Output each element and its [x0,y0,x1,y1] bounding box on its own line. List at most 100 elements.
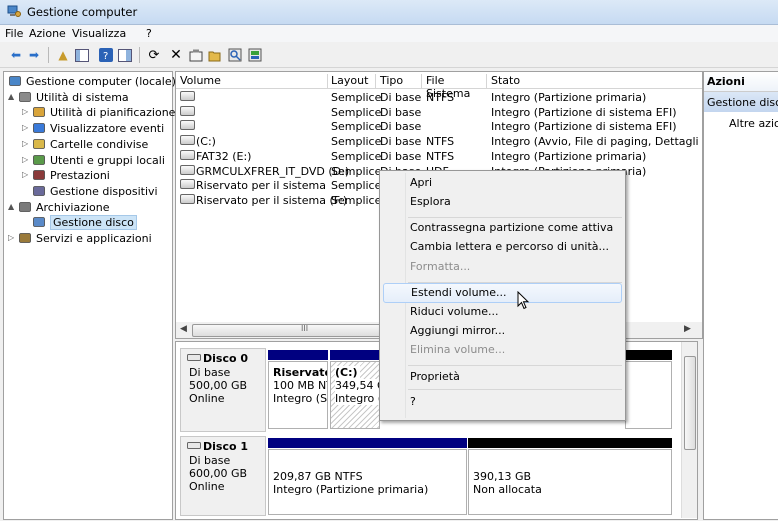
mouse-cursor-icon [517,291,530,310]
column-tipo[interactable]: Tipo [376,74,422,88]
menu-file[interactable]: File [5,27,23,40]
svg-text:?: ? [103,51,108,62]
disk-management-icon [32,215,46,229]
disk-1-label[interactable]: Disco 1 Di base 600,00 GB Online [180,436,266,516]
column-file-sistema[interactable]: File Sistema [422,74,487,100]
partition-reserved[interactable]: Riservato 100 MB NT Integro (Si: [268,361,328,429]
volume-cell-layout: Semplice [331,135,382,149]
context-menu-item[interactable]: Cambia lettera e percorso di unità... [383,237,622,257]
help-icon[interactable]: ? [98,47,114,63]
volume-row[interactable]: Semplice Di base NTFS Integro (Partizione p… [176,90,702,105]
volume-cell-tipo: Di base [380,120,422,134]
actions-more[interactable]: Altre azioni [729,117,778,130]
volume-cell-volume: Riservato per il sistema [196,179,326,193]
console-icon[interactable] [117,47,133,63]
volume-cell-layout: Semplice [331,179,382,193]
volume-row[interactable]: FAT32 (E:) Semplice Di base NTFS Integro (Pa… [176,149,702,164]
expand-icon[interactable]: ▷ [22,108,30,116]
disk-icon[interactable] [247,47,263,63]
computer-management-icon [8,74,22,88]
tree-item-label: Prestazioni [50,169,110,183]
disk-0-name: Disco 0 [203,352,249,365]
context-menu-item-label: Apri [410,176,433,189]
partition-c[interactable]: (C:) 349,54 GE Integro (A [330,361,380,429]
back-icon[interactable]: ⬅ [8,47,24,63]
open-icon[interactable] [207,47,223,63]
partition-disk1-primary[interactable]: 209,87 GB NTFS Integro (Partizione prima… [268,449,467,515]
partition-right[interactable] [625,361,672,429]
navigation-tree: Gestione computer (locale) ▲ Utilità di si… [3,71,176,520]
tree-item-label: Cartelle condivise [50,137,149,151]
delete-icon[interactable]: ✕ [168,47,184,63]
context-menu-item[interactable]: Proprietà [383,367,622,387]
context-menu-item[interactable]: Contrassegna partizione come attiva [383,218,622,238]
actions-selected[interactable]: Gestione disco [704,92,778,112]
context-menu-item: Formatta... [383,257,622,277]
scroll-right-icon[interactable]: ▶ [684,324,691,334]
tree-item-label: Archiviazione [36,200,110,214]
context-menu-item-label: Riduci volume... [410,305,499,318]
volume-cell-stato: Integro (Partizione di sistema EFI) [491,120,677,134]
tools-icon [18,90,32,104]
expand-icon[interactable]: ▷ [22,124,30,132]
tree-item-label: Gestione computer (locale) [26,75,176,88]
tree-item-label: Utilità di pianificazione [50,106,176,120]
context-menu-item-label: Elimina volume... [410,343,506,356]
scroll-left-icon[interactable]: ◀ [180,324,187,334]
forward-icon[interactable]: ➡ [26,47,42,63]
volume-cell-layout: Semplice [331,91,382,104]
expand-icon[interactable]: ▷ [22,155,30,164]
context-menu-item[interactable]: Estendi volume... [383,283,622,303]
storage-icon [18,200,32,214]
expand-icon[interactable]: ▷ [22,171,30,179]
volume-cell-layout: Semplice [331,193,382,207]
expand-icon[interactable] [22,218,30,226]
context-menu-item: Elimina volume... [383,340,622,360]
collapse-icon[interactable]: ▲ [8,92,16,101]
volume-icon [180,120,195,131]
column-stato[interactable]: Stato [487,74,702,88]
shared-folder-icon [32,137,46,151]
search-icon[interactable] [227,47,243,63]
column-layout[interactable]: Layout [327,74,376,88]
context-menu-item[interactable]: ? [383,392,622,412]
volume-row[interactable]: (C:) Semplice Di base NTFS Integro (Avvio, F… [176,134,702,149]
properties-icon[interactable] [188,47,204,63]
volume-cell-tipo: Di base [380,149,422,163]
volume-cell-stato: Integro (Partizione primaria) [491,91,647,104]
volume-icon [180,164,195,175]
volume-cell-stato: Integro (Avvio, File di paging, Dettagli… [491,135,702,149]
volume-cell-layout: Semplice [331,164,382,178]
column-volume[interactable]: Volume [176,74,328,88]
context-menu-item[interactable]: Riduci volume... [383,302,622,322]
refresh-icon[interactable]: ⟳ [146,47,162,63]
window-title: Gestione computer [27,5,138,19]
volume-cell-tipo: Di base [380,105,422,119]
expand-icon[interactable]: ▷ [22,139,30,148]
context-menu: Apri Esplora Contrassegna partizione come … [379,170,626,421]
volume-row[interactable]: Semplice Di base Integro (Partizione di si… [176,119,702,134]
expand-icon[interactable]: ▷ [8,234,16,242]
menu-help[interactable]: ? [146,27,152,40]
disk-0-label[interactable]: Disco 0 Di base 500,00 GB Online [180,348,266,432]
partition-unallocated[interactable]: 390,13 GB Non allocata [468,449,672,515]
volume-cell-tipo: Di base [380,91,422,104]
menu-visualizza[interactable]: Visualizza [72,27,126,40]
volume-row[interactable]: Semplice Di base Integro (Partizione di si… [176,105,702,120]
disk-1-name: Disco 1 [203,440,249,453]
vertical-scrollbar[interactable] [681,342,697,518]
menu-azione[interactable]: Azione [29,27,66,40]
show-tree-icon[interactable] [74,47,90,63]
tree-item-label: Servizi e applicazioni [36,232,152,245]
users-icon [32,153,46,167]
partition-bar-disk1-primary [268,438,467,448]
scrollbar-thumb[interactable] [684,356,696,450]
volume-icon [180,91,195,101]
context-menu-item[interactable]: Apri [383,173,622,193]
volume-icon [180,179,195,190]
collapse-icon[interactable]: ▲ [8,202,16,211]
context-menu-item[interactable]: Aggiungi mirror... [383,321,622,341]
expand-icon[interactable] [22,187,30,195]
up-folder-icon[interactable]: ▲ [55,47,71,63]
context-menu-item[interactable]: Esplora [383,192,622,212]
